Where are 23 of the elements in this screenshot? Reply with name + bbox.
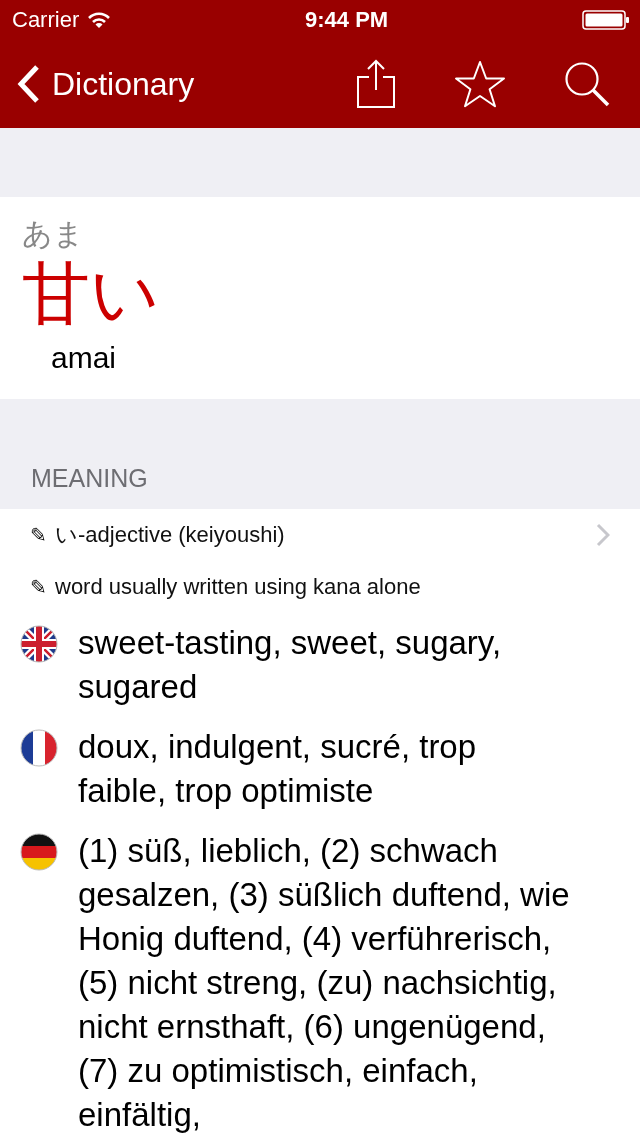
note-text: い-adjective (keiyoushi)	[55, 521, 286, 549]
pencil-icon: ✎	[30, 523, 47, 547]
back-button[interactable]: Dictionary	[16, 64, 195, 104]
section-header: MEANING	[31, 464, 148, 493]
share-icon[interactable]	[356, 59, 396, 109]
search-icon[interactable]	[564, 61, 610, 107]
translation-text: doux, indulgent, sucré, trop faible, trop optimiste	[78, 727, 478, 811]
french-flag-icon	[20, 729, 58, 767]
german-flag-icon	[20, 833, 58, 871]
pencil-icon: ✎	[30, 575, 47, 599]
translation-text: sweet-tasting, sweet, sugary, sugared	[78, 623, 503, 707]
chevron-left-icon	[16, 64, 40, 104]
kana-reading: あま	[22, 216, 85, 252]
headword: 甘い	[22, 254, 161, 333]
wifi-icon	[87, 11, 112, 29]
note-text: word usually written using kana alone	[55, 574, 422, 600]
star-icon[interactable]	[454, 60, 506, 108]
carrier-label: Carrier	[12, 7, 80, 33]
romaji-reading: amai	[50, 340, 118, 376]
translation-text: (1) süß, lieblich, (2) schwach gesalzen, (3) süßlich duftend, wie Honig duftend, (4) verführerisch, (5) nicht streng, (zu) nachsichtig, nicht ernsthaft, (6) ungenügend, (7) zu optimistisch, einfach, einfältig,	[78, 831, 570, 1135]
british-flag-icon	[20, 625, 58, 663]
battery-icon	[582, 10, 630, 30]
status-time: 9:44 PM	[305, 7, 389, 33]
